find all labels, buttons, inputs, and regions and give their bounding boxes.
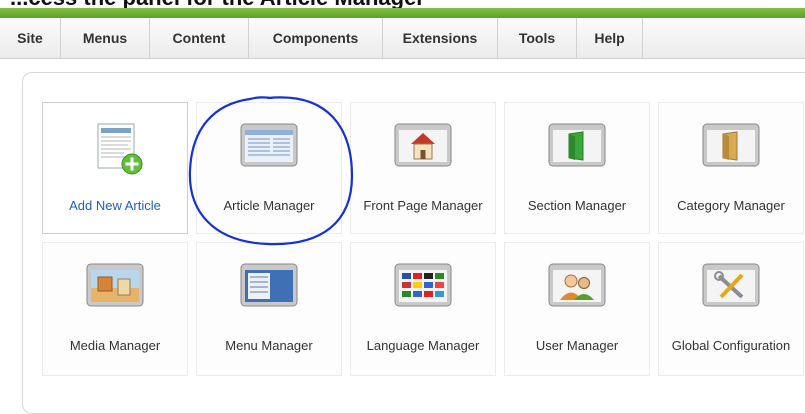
tile-label-front-page-manager: Front Page Manager xyxy=(363,198,483,213)
tile-media-manager[interactable]: Media Manager xyxy=(42,242,188,376)
menu-content[interactable]: Content xyxy=(150,18,249,58)
page-heading: ...cess the panel for the Article Manage… xyxy=(10,0,425,9)
flags-icon xyxy=(394,263,452,307)
home-icon xyxy=(394,123,452,167)
tile-section-manager[interactable]: Section Manager xyxy=(504,102,650,234)
tile-category-manager[interactable]: Category Manager xyxy=(658,102,804,234)
menu-site[interactable]: Site xyxy=(0,18,61,58)
add-article-icon xyxy=(97,123,143,175)
article-manager-icon xyxy=(240,123,298,167)
tile-label-section-manager: Section Manager xyxy=(527,198,627,213)
menu-manager-icon xyxy=(240,263,298,307)
tile-label-language-manager: Language Manager xyxy=(366,338,480,353)
tile-user-manager[interactable]: User Manager xyxy=(504,242,650,376)
tile-label-user-manager: User Manager xyxy=(535,338,619,353)
tile-label-category-manager: Category Manager xyxy=(677,198,785,213)
menu-menus[interactable]: Menus xyxy=(61,18,150,58)
menu-tools[interactable]: Tools xyxy=(498,18,577,58)
tile-article-manager[interactable]: Article Manager xyxy=(196,102,342,234)
main-menu-bar: Site Menus Content Components Extensions… xyxy=(0,18,805,59)
users-icon xyxy=(548,263,606,307)
header-accent-bar xyxy=(0,8,805,18)
section-icon xyxy=(548,123,606,167)
tile-menu-manager[interactable]: Menu Manager xyxy=(196,242,342,376)
menu-components[interactable]: Components xyxy=(249,18,383,58)
tile-label-global-configuration: Global Configuration xyxy=(671,338,791,353)
tile-language-manager[interactable]: Language Manager xyxy=(350,242,496,376)
tile-label-menu-manager: Menu Manager xyxy=(225,338,313,353)
tile-front-page-manager[interactable]: Front Page Manager xyxy=(350,102,496,234)
category-icon xyxy=(702,123,760,167)
tools-icon xyxy=(702,263,760,307)
tile-label-media-manager: Media Manager xyxy=(69,338,161,353)
media-icon xyxy=(86,263,144,307)
menu-help[interactable]: Help xyxy=(577,18,643,58)
tile-label-add-new-article: Add New Article xyxy=(69,198,161,213)
tile-add-new-article[interactable]: Add New Article xyxy=(42,102,188,234)
tile-global-configuration[interactable]: Global Configuration xyxy=(658,242,804,376)
menu-extensions[interactable]: Extensions xyxy=(383,18,498,58)
tile-label-article-manager: Article Manager xyxy=(223,198,315,213)
